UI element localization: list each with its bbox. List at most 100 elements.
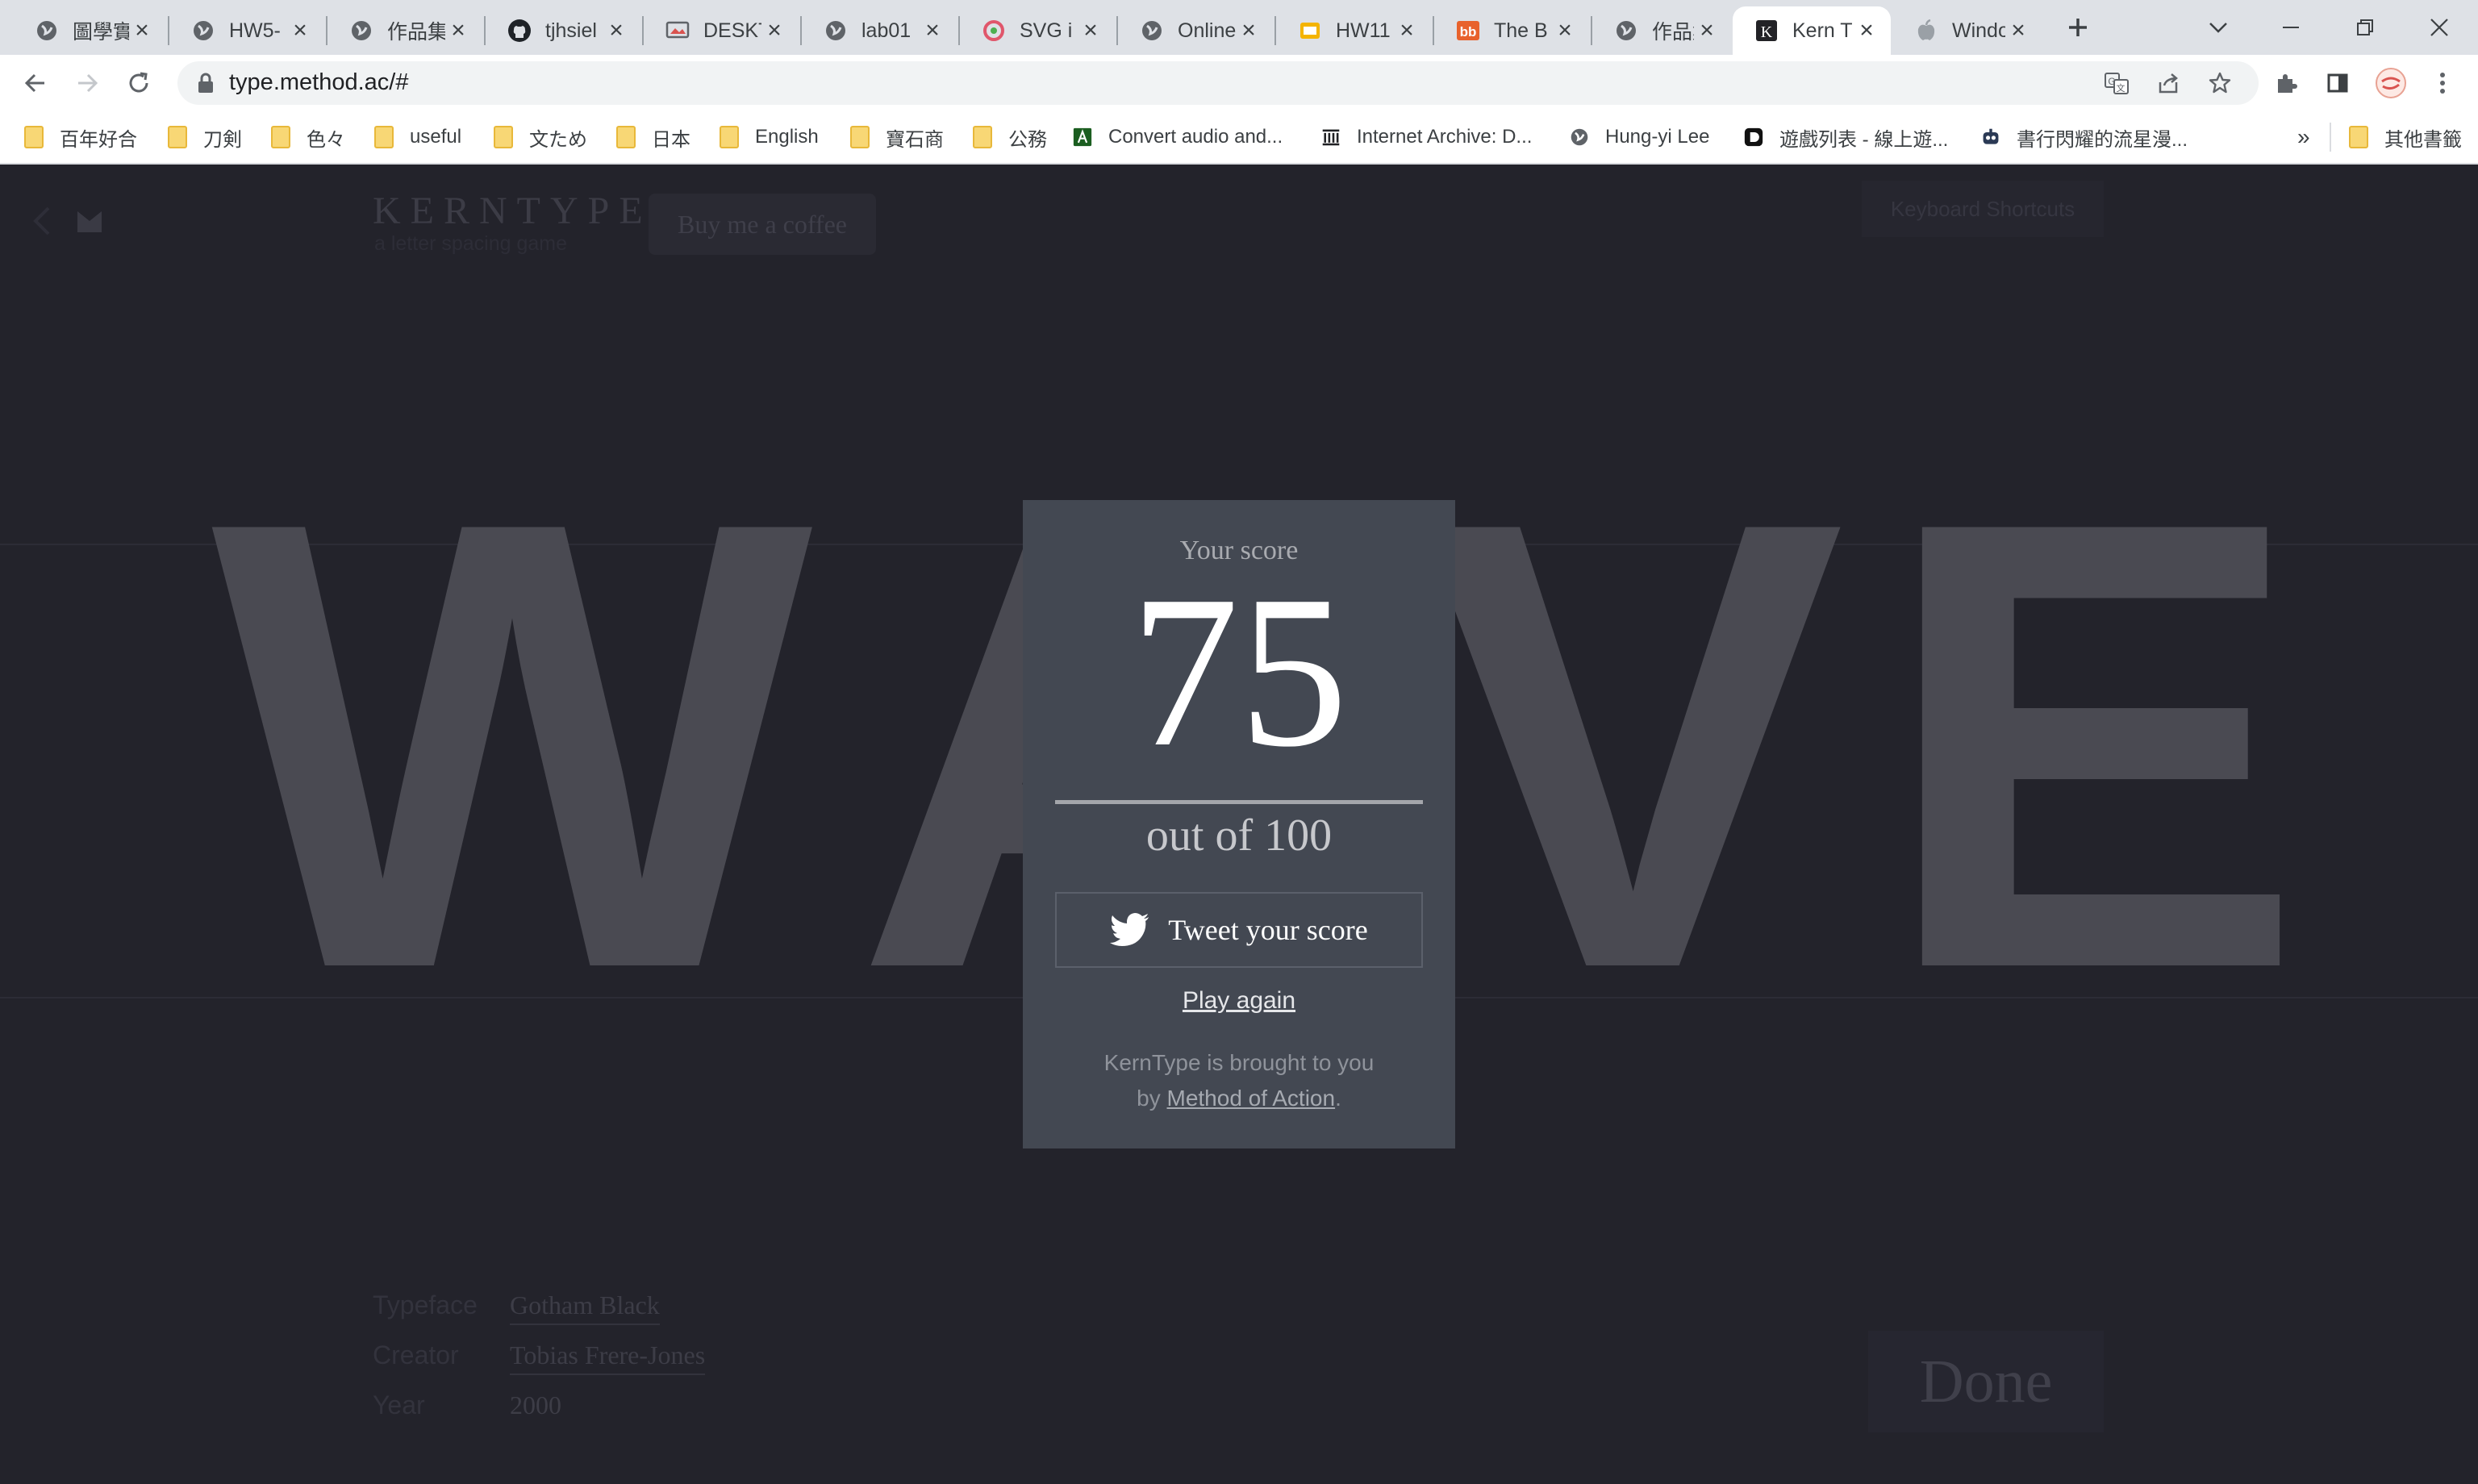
close-icon[interactable]: × [920, 17, 945, 44]
github-icon [507, 18, 532, 44]
translate-icon[interactable]: G文 [2104, 70, 2130, 96]
close-icon[interactable]: × [129, 17, 155, 44]
lock-icon[interactable] [195, 72, 216, 94]
close-icon[interactable]: × [761, 17, 787, 44]
bookmark-folder[interactable]: English [720, 123, 819, 152]
browser-tab[interactable]: lab01 × [802, 6, 957, 55]
bookmark-link[interactable]: Hung-yi Lee [1570, 123, 1709, 152]
browser-tab[interactable]: HW5- × [169, 6, 324, 55]
forward-button[interactable] [68, 64, 106, 102]
tab-title: 圖學實 [73, 21, 129, 44]
other-bookmarks-folder[interactable]: 其他書籤 [2349, 123, 2462, 152]
credit-line: KernType is brought to you [1103, 1050, 1375, 1075]
bookmark-folder[interactable]: 刀剣 [168, 123, 242, 152]
browser-tab[interactable]: DESKT × [644, 6, 799, 55]
browser-tab[interactable]: tjhsiel × [486, 6, 640, 55]
credit-text: KernType is brought to you by Method of … [1023, 1045, 1455, 1116]
letter-e[interactable]: E [1879, 427, 2305, 1064]
done-button[interactable]: Done [1868, 1331, 2104, 1432]
credit-by: by [1137, 1086, 1167, 1111]
overflow-label: » [2297, 124, 2310, 149]
typeface-label: Typeface [373, 1290, 478, 1319]
method-logo-icon[interactable] [76, 210, 103, 234]
tweet-score-button[interactable]: Tweet your score [1055, 892, 1423, 968]
tab-title: Kern T [1792, 19, 1853, 42]
browser-tab[interactable]: Online × [1118, 6, 1273, 55]
typeface-link[interactable]: Gotham Black [510, 1290, 660, 1325]
back-arrow-icon[interactable] [32, 205, 52, 237]
restore-button[interactable] [2346, 8, 2384, 47]
globe-icon [34, 18, 60, 44]
side-panel-button[interactable] [2318, 64, 2357, 102]
star-icon[interactable] [2207, 70, 2233, 96]
arrow-left-icon [24, 73, 44, 93]
letter-v[interactable]: V [1420, 427, 1845, 1064]
buy-coffee-button[interactable]: Buy me a coffee [649, 194, 876, 255]
bookmark-link[interactable]: 遊戲列表 - 線上遊... [1744, 123, 1948, 152]
play-again-link[interactable]: Play again [1023, 987, 1455, 1015]
reload-button[interactable] [119, 64, 158, 102]
robot-icon [1983, 128, 1999, 144]
tab-title: lab01 [861, 19, 912, 42]
close-icon[interactable]: × [1694, 17, 1720, 44]
tab-title: 作品集 [387, 21, 445, 44]
close-icon[interactable]: × [603, 17, 629, 44]
bookmark-folder[interactable]: 色々 [271, 123, 345, 152]
bookmark-link[interactable]: Convert audio and... [1073, 123, 1283, 152]
tab-title: Online [1178, 19, 1236, 42]
address-bar[interactable]: type.method.ac/# G文 [177, 61, 2259, 105]
bookmark-link[interactable]: 書行閃耀的流星漫... [1981, 123, 2188, 152]
close-icon[interactable]: × [1552, 17, 1578, 44]
bookmark-divider [2330, 123, 2331, 152]
minimize-button[interactable] [2272, 8, 2310, 47]
creator-link[interactable]: Tobias Frere-Jones [510, 1340, 706, 1375]
close-icon [2430, 19, 2448, 36]
bookmarks-overflow-button[interactable]: » [2297, 123, 2310, 152]
method-of-action-link[interactable]: Method of Action [1167, 1086, 1336, 1111]
bookmark-link[interactable]: Internet Archive: D... [1321, 123, 1532, 152]
bookmark-label: 寶石商 [886, 128, 944, 151]
close-icon[interactable]: × [2005, 17, 2031, 44]
year-value: 2000 [510, 1390, 561, 1419]
close-icon[interactable]: × [1854, 17, 1879, 44]
apple-icon [1913, 18, 1939, 44]
browser-tab[interactable]: 作品集 × [327, 6, 482, 55]
profile-button[interactable] [2372, 64, 2410, 102]
close-icon[interactable]: × [287, 17, 313, 44]
bookmark-folder[interactable]: 寶石商 [850, 123, 944, 152]
tagline: a letter spacing game [374, 232, 568, 255]
creator-label: Creator [373, 1340, 459, 1369]
close-icon[interactable]: × [445, 17, 471, 44]
keyboard-shortcuts-button[interactable]: Keyboard Shortcuts [1862, 181, 2104, 237]
k-icon: K [1754, 18, 1779, 44]
close-icon[interactable]: × [1078, 17, 1103, 44]
bookmark-folder[interactable]: 文ため [494, 123, 587, 152]
tab-strip: 圖學實 × HW5- × 作品集 × tjhsiel × DESKT × lab… [0, 0, 2478, 55]
browser-tab-active[interactable]: K Kern T × [1733, 6, 1891, 55]
close-icon[interactable]: × [1236, 17, 1262, 44]
extensions-button[interactable] [2267, 64, 2305, 102]
bookmark-folder[interactable]: 百年好合 [24, 123, 137, 152]
bookmark-folder[interactable]: 公務 [973, 123, 1047, 152]
tab-search-button[interactable] [2199, 8, 2238, 47]
tab-title: 作品集 [1652, 21, 1694, 44]
new-tab-button[interactable] [2059, 8, 2097, 47]
bookmark-folder[interactable]: useful [374, 123, 461, 152]
browser-tab[interactable]: 圖學實 × [13, 6, 166, 55]
bookmark-folder[interactable]: 日本 [616, 123, 690, 152]
close-window-button[interactable] [2420, 8, 2459, 47]
browser-tab[interactable]: SVG i × [960, 6, 1115, 55]
letter-w[interactable]: W [211, 427, 813, 1064]
bookmarks-bar: 百年好合 刀剣 色々 useful 文ため 日本 English 寶石商 公務 … [0, 111, 2478, 165]
bookmark-label: Hung-yi Lee [1605, 126, 1710, 148]
browser-tab[interactable]: bb The B × [1434, 6, 1589, 55]
menu-button[interactable] [2423, 64, 2462, 102]
close-icon[interactable]: × [1394, 17, 1420, 44]
kerntype-logo[interactable]: KERNTYPE [373, 189, 653, 233]
browser-tab[interactable]: HW11 × [1276, 6, 1431, 55]
share-icon[interactable] [2155, 70, 2181, 96]
url-text[interactable]: type.method.ac/# [229, 69, 408, 96]
browser-tab[interactable]: 作品集 × [1592, 6, 1731, 55]
browser-tab[interactable]: Windo × [1892, 6, 2042, 55]
back-button[interactable] [16, 64, 55, 102]
